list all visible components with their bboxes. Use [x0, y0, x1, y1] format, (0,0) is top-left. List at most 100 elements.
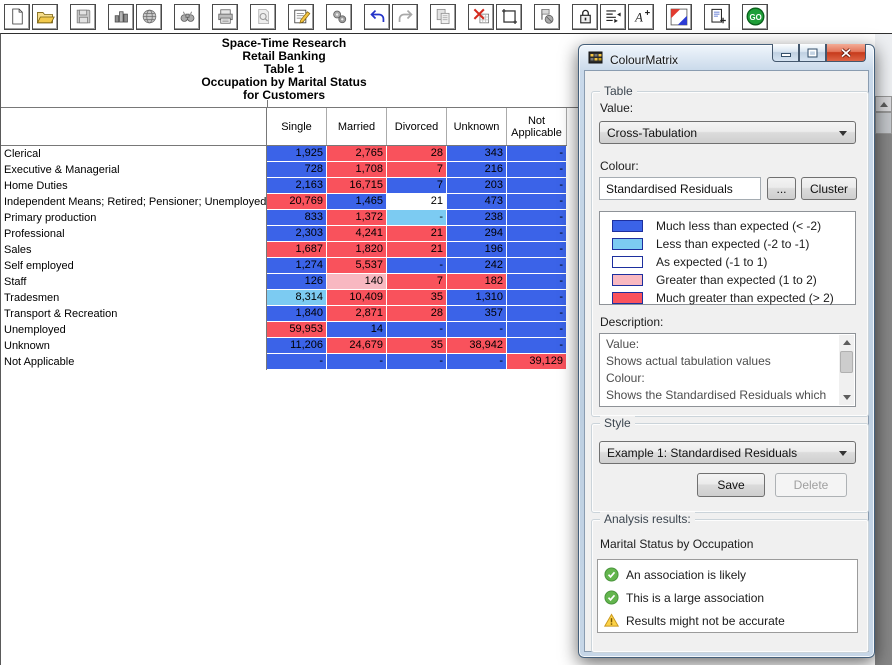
- open-file-button[interactable]: [32, 4, 58, 30]
- table-cell[interactable]: -: [507, 322, 567, 338]
- table-cell[interactable]: -: [387, 258, 447, 274]
- table-cell[interactable]: 1,708: [327, 162, 387, 178]
- row-label[interactable]: Tradesmen: [1, 290, 267, 306]
- table-cell[interactable]: 35: [387, 338, 447, 354]
- redo-button[interactable]: [392, 4, 418, 30]
- print-preview-button[interactable]: [250, 4, 276, 30]
- row-label[interactable]: Self employed: [1, 258, 267, 274]
- new-report-button[interactable]: [704, 4, 730, 30]
- table-cell[interactable]: -: [507, 274, 567, 290]
- table-cell[interactable]: -: [327, 354, 387, 370]
- table-cell[interactable]: 203: [447, 178, 507, 194]
- row-label[interactable]: Executive & Managerial: [1, 162, 267, 178]
- undo-button[interactable]: [364, 4, 390, 30]
- table-cell[interactable]: -: [507, 258, 567, 274]
- table-cell[interactable]: -: [387, 354, 447, 370]
- description-scroll-thumb[interactable]: [840, 351, 853, 373]
- font-increase-button[interactable]: A: [628, 4, 654, 30]
- chart-view-button[interactable]: [108, 4, 134, 30]
- table-cell[interactable]: -: [507, 162, 567, 178]
- table-cell[interactable]: 1,840: [267, 306, 327, 322]
- map-view-button[interactable]: [136, 4, 162, 30]
- table-cell[interactable]: 2,303: [267, 226, 327, 242]
- scroll-up-button[interactable]: [875, 96, 892, 112]
- table-cell[interactable]: -: [447, 322, 507, 338]
- table-cell[interactable]: -: [507, 178, 567, 194]
- row-label[interactable]: Sales: [1, 242, 267, 258]
- row-label[interactable]: Clerical: [1, 146, 267, 162]
- derivations-button[interactable]: [326, 4, 352, 30]
- table-cell[interactable]: -: [387, 322, 447, 338]
- table-cell[interactable]: -: [507, 146, 567, 162]
- table-cell[interactable]: 238: [447, 210, 507, 226]
- print-button[interactable]: [212, 4, 238, 30]
- delete-item-button[interactable]: [468, 4, 494, 30]
- save-button[interactable]: Save: [697, 473, 765, 497]
- table-cell[interactable]: 1,465: [327, 194, 387, 210]
- table-cell[interactable]: 21: [387, 194, 447, 210]
- table-cell[interactable]: 7: [387, 162, 447, 178]
- transpose-button[interactable]: [496, 4, 522, 30]
- column-header[interactable]: Not Applicable: [507, 108, 567, 145]
- edit-table-button[interactable]: [288, 4, 314, 30]
- table-cell[interactable]: 11,206: [267, 338, 327, 354]
- table-cell[interactable]: 126: [267, 274, 327, 290]
- table-cell[interactable]: 7: [387, 178, 447, 194]
- cluster-button[interactable]: Cluster: [801, 177, 857, 200]
- colour-input[interactable]: [599, 177, 761, 200]
- table-cell[interactable]: 38,942: [447, 338, 507, 354]
- table-cell[interactable]: -: [507, 290, 567, 306]
- table-cell[interactable]: 8,314: [267, 290, 327, 306]
- copy-button[interactable]: [430, 4, 456, 30]
- row-label[interactable]: Independent Means; Retired; Pensioner; U…: [1, 194, 267, 210]
- drop-item-button[interactable]: [534, 4, 560, 30]
- lock-button[interactable]: [572, 4, 598, 30]
- row-label[interactable]: Not Applicable: [1, 354, 267, 370]
- table-cell[interactable]: 140: [327, 274, 387, 290]
- table-cell[interactable]: 20,769: [267, 194, 327, 210]
- column-header[interactable]: Unknown: [447, 108, 507, 145]
- colour-matrix-button[interactable]: [666, 4, 692, 30]
- description-scroll-up[interactable]: [839, 335, 854, 350]
- row-label[interactable]: Unemployed: [1, 322, 267, 338]
- table-cell[interactable]: 728: [267, 162, 327, 178]
- go-button[interactable]: GO: [742, 4, 768, 30]
- table-cell[interactable]: -: [387, 210, 447, 226]
- table-cell[interactable]: 5,537: [327, 258, 387, 274]
- column-header[interactable]: Married: [327, 108, 387, 145]
- table-cell[interactable]: 216: [447, 162, 507, 178]
- table-cell[interactable]: 1,310: [447, 290, 507, 306]
- table-cell[interactable]: 196: [447, 242, 507, 258]
- table-cell[interactable]: 2,163: [267, 178, 327, 194]
- table-cell[interactable]: 28: [387, 306, 447, 322]
- table-cell[interactable]: 1,687: [267, 242, 327, 258]
- style-dropdown[interactable]: Example 1: Standardised Residuals: [599, 441, 856, 464]
- new-document-button[interactable]: [4, 4, 30, 30]
- table-cell[interactable]: 28: [387, 146, 447, 162]
- table-cell[interactable]: 357: [447, 306, 507, 322]
- table-cell[interactable]: -: [267, 354, 327, 370]
- table-cell[interactable]: 16,715: [327, 178, 387, 194]
- table-cell[interactable]: 242: [447, 258, 507, 274]
- table-cell[interactable]: 21: [387, 226, 447, 242]
- close-button[interactable]: [826, 44, 866, 62]
- value-dropdown[interactable]: Cross-Tabulation: [599, 121, 856, 144]
- row-label[interactable]: Unknown: [1, 338, 267, 354]
- delete-button[interactable]: Delete: [775, 473, 847, 497]
- app-vertical-scrollbar[interactable]: [875, 34, 892, 665]
- table-cell[interactable]: -: [507, 338, 567, 354]
- table-cell[interactable]: 1,274: [267, 258, 327, 274]
- table-cell[interactable]: 294: [447, 226, 507, 242]
- table-cell[interactable]: 35: [387, 290, 447, 306]
- browse-button[interactable]: ...: [767, 177, 796, 200]
- table-cell[interactable]: 7: [387, 274, 447, 290]
- row-label[interactable]: Home Duties: [1, 178, 267, 194]
- table-cell[interactable]: -: [507, 210, 567, 226]
- description-scroll-down[interactable]: [839, 390, 854, 405]
- table-cell[interactable]: 182: [447, 274, 507, 290]
- table-cell[interactable]: 343: [447, 146, 507, 162]
- table-cell[interactable]: 10,409: [327, 290, 387, 306]
- table-cell[interactable]: -: [507, 242, 567, 258]
- maximize-button[interactable]: [799, 44, 826, 62]
- table-cell[interactable]: 1,925: [267, 146, 327, 162]
